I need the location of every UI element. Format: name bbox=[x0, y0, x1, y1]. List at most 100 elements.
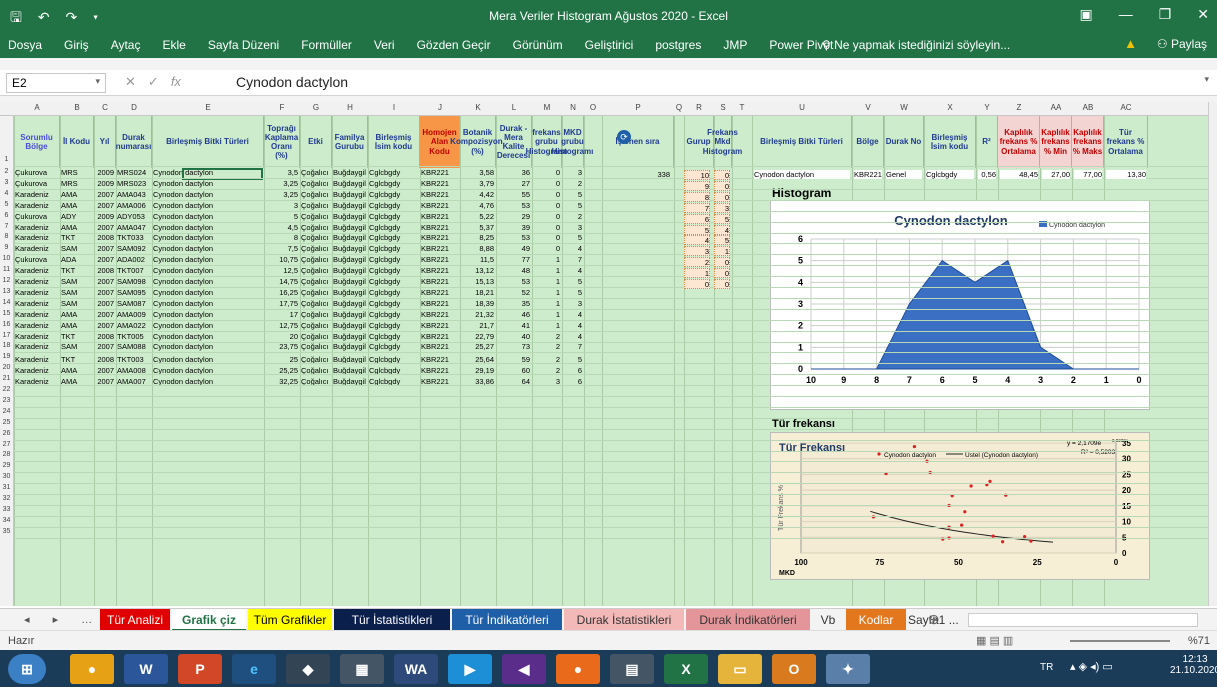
cell[interactable]: 3,58 bbox=[461, 168, 494, 177]
cell[interactable]: Karadeniz bbox=[15, 342, 58, 351]
row-number[interactable]: 4 bbox=[0, 190, 13, 197]
row-number[interactable]: 33 bbox=[0, 506, 13, 513]
cell[interactable]: 29 bbox=[497, 212, 530, 221]
cell[interactable]: Cynodon dactylon bbox=[153, 223, 262, 232]
add-sheet-icon[interactable]: ⊕ bbox=[928, 611, 940, 628]
cell[interactable]: Cynodon dactylon bbox=[153, 179, 262, 188]
row-number[interactable]: 35 bbox=[0, 528, 13, 535]
cell[interactable]: 1 bbox=[533, 310, 560, 319]
cell[interactable]: 0 bbox=[533, 201, 560, 210]
cell[interactable]: 3,79 bbox=[461, 179, 494, 188]
cell[interactable]: 1 bbox=[533, 266, 560, 275]
chrome-icon[interactable]: ● bbox=[70, 654, 114, 684]
cell[interactable]: 2009 bbox=[95, 168, 114, 177]
cell[interactable]: AMA bbox=[61, 190, 92, 199]
ribbon-tab[interactable]: Veri bbox=[374, 38, 395, 52]
cell[interactable]: KBR221 bbox=[421, 310, 458, 319]
expand-formula-icon[interactable]: ▾ bbox=[1204, 74, 1209, 85]
scatter-point[interactable] bbox=[1029, 539, 1033, 543]
cell[interactable]: Karadeniz bbox=[15, 201, 58, 210]
cell[interactable]: 2 bbox=[533, 332, 560, 341]
cell[interactable]: TKT033 bbox=[117, 233, 150, 242]
cell[interactable]: AMA047 bbox=[117, 223, 150, 232]
cell[interactable]: 7 bbox=[563, 255, 582, 264]
explorer-icon[interactable]: ▭ bbox=[718, 654, 762, 684]
cell[interactable]: 2007 bbox=[95, 299, 114, 308]
cell[interactable]: 2 bbox=[533, 342, 560, 351]
ribbon-display-icon[interactable]: ▣ bbox=[1079, 6, 1092, 23]
cell[interactable]: TKT bbox=[61, 266, 92, 275]
cell[interactable]: 1 bbox=[533, 321, 560, 330]
cell[interactable]: SAM bbox=[61, 342, 92, 351]
cell[interactable]: 3 bbox=[265, 201, 298, 210]
cell[interactable]: 17 bbox=[265, 310, 298, 319]
cell[interactable]: 0 bbox=[533, 212, 560, 221]
table-row[interactable]: Karadeniz AMA 2007 AMA047 Cynodon dactylon 4,… bbox=[14, 223, 614, 233]
column-header[interactable]: G bbox=[300, 103, 332, 112]
cell[interactable]: 13,12 bbox=[461, 266, 494, 275]
ribbon-tab[interactable]: Ekle bbox=[162, 38, 185, 52]
cell[interactable]: SAM bbox=[61, 288, 92, 297]
cell[interactable]: Çoğalıcı bbox=[301, 233, 330, 242]
row-number[interactable]: 3 bbox=[0, 179, 13, 186]
tray-icons[interactable]: ▴ ◈ ◂) ▭ bbox=[1070, 660, 1113, 673]
cell[interactable]: 2 bbox=[563, 179, 582, 188]
summary-cell-ab[interactable]: 77,00 bbox=[1074, 170, 1102, 179]
cell[interactable]: Karadeniz bbox=[15, 190, 58, 199]
cell[interactable]: 2007 bbox=[95, 342, 114, 351]
cell[interactable]: 53 bbox=[497, 201, 530, 210]
row-number[interactable]: 6 bbox=[0, 212, 13, 219]
row-number[interactable]: 7 bbox=[0, 223, 13, 230]
cell[interactable]: ADY bbox=[61, 212, 92, 221]
cell[interactable]: 3,25 bbox=[265, 190, 298, 199]
cell[interactable]: AMA022 bbox=[117, 321, 150, 330]
column-header[interactable]: M bbox=[532, 103, 562, 112]
cell[interactable]: Cglcbgdy bbox=[369, 332, 418, 341]
cell[interactable]: 48 bbox=[497, 266, 530, 275]
cell[interactable]: Karadeniz bbox=[15, 288, 58, 297]
column-header[interactable]: X bbox=[924, 103, 976, 112]
cell[interactable]: KBR221 bbox=[421, 288, 458, 297]
cell[interactable]: 3 bbox=[563, 168, 582, 177]
cell[interactable]: Cynodon dactylon bbox=[153, 310, 262, 319]
cell[interactable]: Cynodon dactylon bbox=[153, 288, 262, 297]
cell[interactable]: 11,5 bbox=[461, 255, 494, 264]
clock[interactable]: 12:13 21.10.2020 bbox=[1170, 654, 1217, 676]
cell[interactable]: AMA bbox=[61, 201, 92, 210]
tell-me-box[interactable]: ⚲ Ne yapmak istediğinizi söyleyin... bbox=[822, 38, 1010, 52]
minimize-icon[interactable]: — bbox=[1119, 6, 1133, 23]
ribbon-tab[interactable]: JMP bbox=[723, 38, 747, 52]
ribbon-tab[interactable]: Formüller bbox=[301, 38, 352, 52]
cell[interactable]: 25,27 bbox=[461, 342, 494, 351]
cell[interactable]: TKT005 bbox=[117, 332, 150, 341]
cell[interactable]: 39 bbox=[497, 223, 530, 232]
cell[interactable]: 17,75 bbox=[265, 299, 298, 308]
cell[interactable]: Cglcbgdy bbox=[369, 223, 418, 232]
cell[interactable]: Cglcbgdy bbox=[369, 342, 418, 351]
table-row[interactable]: Karadeniz SAM 2007 SAM095 Cynodon dactylon 16… bbox=[14, 288, 614, 298]
app-icon[interactable]: ◆ bbox=[286, 654, 330, 684]
column-header[interactable]: D bbox=[116, 103, 152, 112]
cell[interactable]: 12,75 bbox=[265, 321, 298, 330]
media-icon[interactable]: ▶ bbox=[448, 654, 492, 684]
cell[interactable]: AMA006 bbox=[117, 201, 150, 210]
frequency-cell[interactable]: 0 bbox=[714, 170, 730, 180]
firefox-icon[interactable]: ● bbox=[556, 654, 600, 684]
cell[interactable]: 0 bbox=[533, 190, 560, 199]
row-number[interactable]: 22 bbox=[0, 386, 13, 393]
cell[interactable]: 7 bbox=[563, 342, 582, 351]
cell[interactable]: 0 bbox=[533, 233, 560, 242]
gurup-cell[interactable]: 3 bbox=[684, 246, 710, 257]
cell[interactable]: 2007 bbox=[95, 244, 114, 253]
column-header[interactable]: V bbox=[852, 103, 884, 112]
cell[interactable]: Çukurova bbox=[15, 255, 58, 264]
cell[interactable]: Cynodon dactylon bbox=[153, 201, 262, 210]
cell[interactable]: Çukurova bbox=[15, 168, 58, 177]
cell[interactable]: 23,75 bbox=[265, 342, 298, 351]
cell[interactable]: Karadeniz bbox=[15, 321, 58, 330]
cell[interactable]: Cglcbgdy bbox=[369, 255, 418, 264]
cell[interactable]: 4 bbox=[563, 266, 582, 275]
cell[interactable]: 20 bbox=[265, 332, 298, 341]
frequency-cell[interactable]: 0 bbox=[714, 268, 730, 279]
cell[interactable]: Çoğalıcı bbox=[301, 223, 330, 232]
